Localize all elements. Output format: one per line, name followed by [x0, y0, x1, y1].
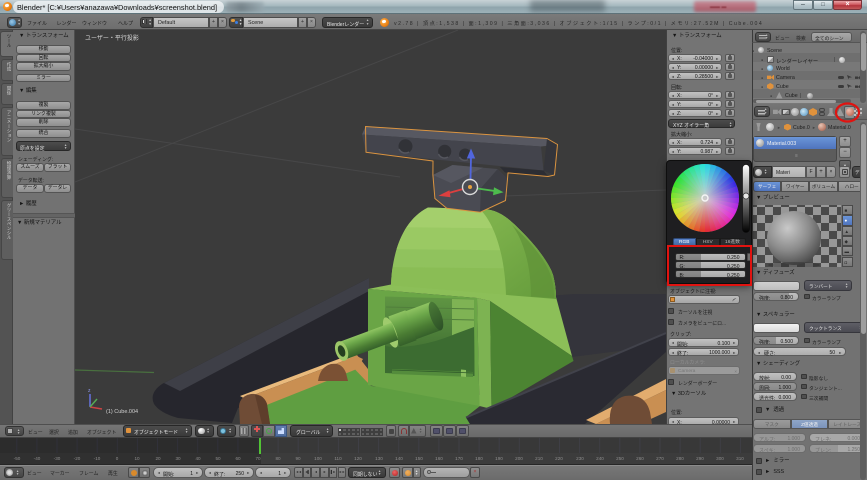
svg-text:ユーザー・平行投影: ユーザー・平行投影	[85, 34, 139, 42]
svg-text:(1) Cube.004: (1) Cube.004	[106, 409, 138, 415]
